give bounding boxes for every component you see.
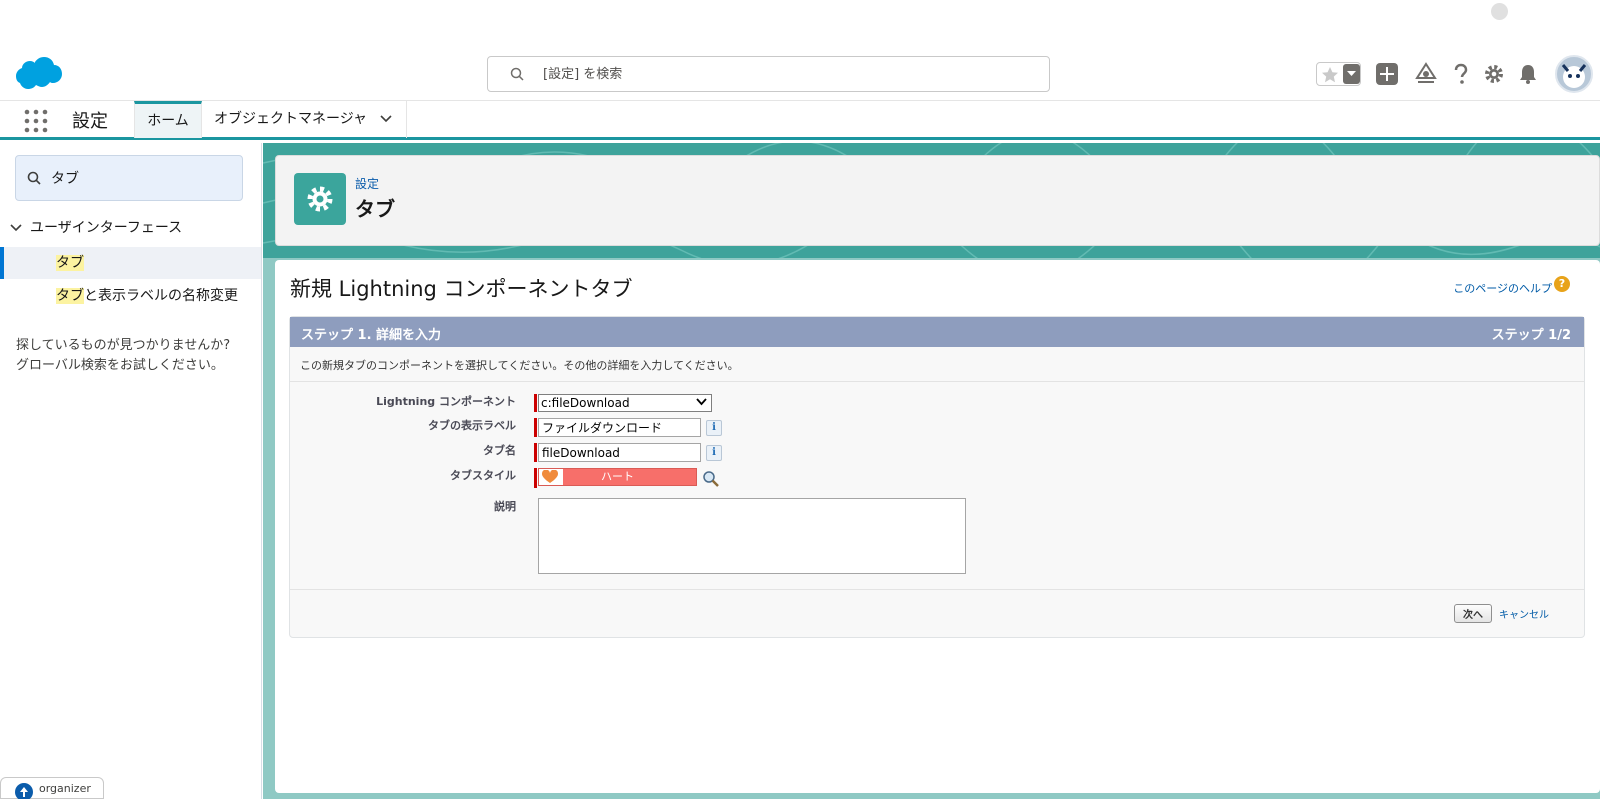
tree-node-label: ユーザインターフェース — [30, 220, 183, 236]
tab-name-input[interactable] — [538, 443, 701, 462]
user-avatar[interactable] — [1555, 55, 1593, 93]
required-indicator — [534, 443, 537, 462]
global-search-input[interactable] — [543, 64, 1023, 84]
not-found-line2: グローバル検索をお試しください。 — [16, 358, 224, 373]
cloud-upload-icon — [15, 783, 33, 799]
not-found-message: 探しているものが見つかりませんか? グローバル検索をお試しください。 — [16, 336, 256, 376]
display-label-input[interactable] — [538, 418, 701, 437]
bell-icon[interactable] — [1516, 62, 1540, 86]
help-question-icon[interactable]: ? — [1554, 276, 1570, 292]
display-label-label: タブの表示ラベル — [428, 419, 516, 432]
help-icon[interactable] — [1449, 62, 1473, 86]
divider — [290, 589, 1584, 590]
divider — [290, 381, 1584, 382]
chevron-down-icon[interactable] — [10, 224, 22, 232]
description-textarea[interactable] — [538, 498, 966, 574]
chevron-down-icon — [1347, 71, 1356, 76]
search-highlight: タブ — [56, 288, 84, 304]
step-title: ステップ 1. 詳細を入力 — [301, 328, 442, 343]
info-icon[interactable]: i — [706, 420, 722, 436]
required-indicator — [534, 394, 537, 412]
organizer-label: organizer — [39, 782, 91, 795]
app-launcher-icon[interactable] — [24, 109, 48, 133]
not-found-line1: 探しているものが見つかりませんか? — [16, 338, 231, 353]
trailhead-icon[interactable] — [1414, 62, 1438, 86]
step-header: ステップ 1. 詳細を入力 ステップ 1/2 — [290, 317, 1584, 347]
global-search[interactable] — [487, 56, 1050, 92]
page-header: 設定 タブ — [275, 155, 1600, 246]
tab-name-label: タブ名 — [483, 444, 516, 457]
global-header — [0, 0, 1600, 100]
page-title: タブ — [355, 197, 395, 221]
tab-object-manager-label: オブジェクトマネージャ — [214, 111, 368, 127]
step-description: この新規タブのコンポーネントを選択してください。その他の詳細を入力してください。 — [300, 359, 739, 372]
search-icon — [510, 67, 524, 81]
favorites-group[interactable] — [1316, 62, 1361, 86]
chevron-down-icon[interactable] — [380, 115, 392, 123]
component-select-value: c:fileDownload — [541, 396, 630, 410]
description-label: 説明 — [494, 500, 516, 513]
organizer-widget[interactable]: organizer — [0, 777, 104, 799]
tab-object-manager[interactable]: オブジェクトマネージャ — [202, 101, 407, 138]
search-highlight: タブ — [56, 255, 84, 271]
component-select[interactable]: c:fileDownload — [538, 394, 712, 412]
quick-find-input[interactable] — [51, 168, 231, 188]
step-counter: ステップ 1/2 — [1491, 328, 1571, 343]
setup-sidebar: ユーザインターフェース タブ タブと表示ラベルの名称変更 探しているものが見つか… — [0, 143, 262, 799]
required-indicator — [534, 468, 537, 488]
cancel-link[interactable]: キャンセル — [1499, 606, 1549, 621]
heart-icon-box — [539, 469, 563, 485]
gear-icon[interactable] — [1482, 62, 1506, 86]
chevron-down-icon — [696, 398, 707, 406]
tab-style-swatch[interactable]: ハート — [538, 468, 697, 486]
lookup-icon[interactable] — [702, 470, 720, 488]
status-dot — [1491, 3, 1508, 20]
step-block: ステップ 1. 詳細を入力 ステップ 1/2 この新規タブのコンポーネントを選択… — [289, 316, 1585, 638]
sidebar-item-tabs[interactable]: タブ — [0, 247, 261, 279]
tab-style-name: ハート — [601, 470, 634, 483]
component-label: Lightning コンポーネント — [376, 395, 516, 408]
breadcrumb[interactable]: 設定 — [355, 175, 379, 192]
info-icon[interactable]: i — [706, 445, 722, 461]
star-icon[interactable] — [1320, 65, 1340, 85]
favorites-dropdown-button[interactable] — [1343, 64, 1360, 84]
add-icon[interactable] — [1375, 62, 1399, 86]
required-indicator — [534, 418, 537, 437]
sidebar-item-label: と表示ラベルの名称変更 — [84, 288, 238, 304]
heart-icon — [541, 470, 559, 483]
app-name: 設定 — [72, 111, 108, 132]
help-link[interactable]: このページのヘルプ — [1453, 280, 1552, 296]
quick-find[interactable] — [15, 155, 243, 201]
settings-icon — [294, 173, 346, 225]
search-icon — [27, 171, 41, 185]
tree-node-user-interface[interactable]: ユーザインターフェース — [10, 217, 182, 237]
sidebar-item-rename-tabs-labels[interactable]: タブと表示ラベルの名称変更 — [0, 280, 261, 312]
content-title: 新規 Lightning コンポーネントタブ — [290, 277, 633, 301]
salesforce-logo[interactable] — [16, 56, 62, 90]
tab-home[interactable]: ホーム — [134, 101, 202, 138]
content-panel: 新規 Lightning コンポーネントタブ このページのヘルプ ? ステップ … — [275, 260, 1600, 793]
next-button[interactable]: 次へ — [1454, 604, 1492, 623]
tab-home-label: ホーム — [147, 113, 189, 129]
tab-style-label: タブスタイル — [450, 469, 516, 482]
app-nav-bar: 設定 ホーム オブジェクトマネージャ — [0, 100, 1600, 140]
